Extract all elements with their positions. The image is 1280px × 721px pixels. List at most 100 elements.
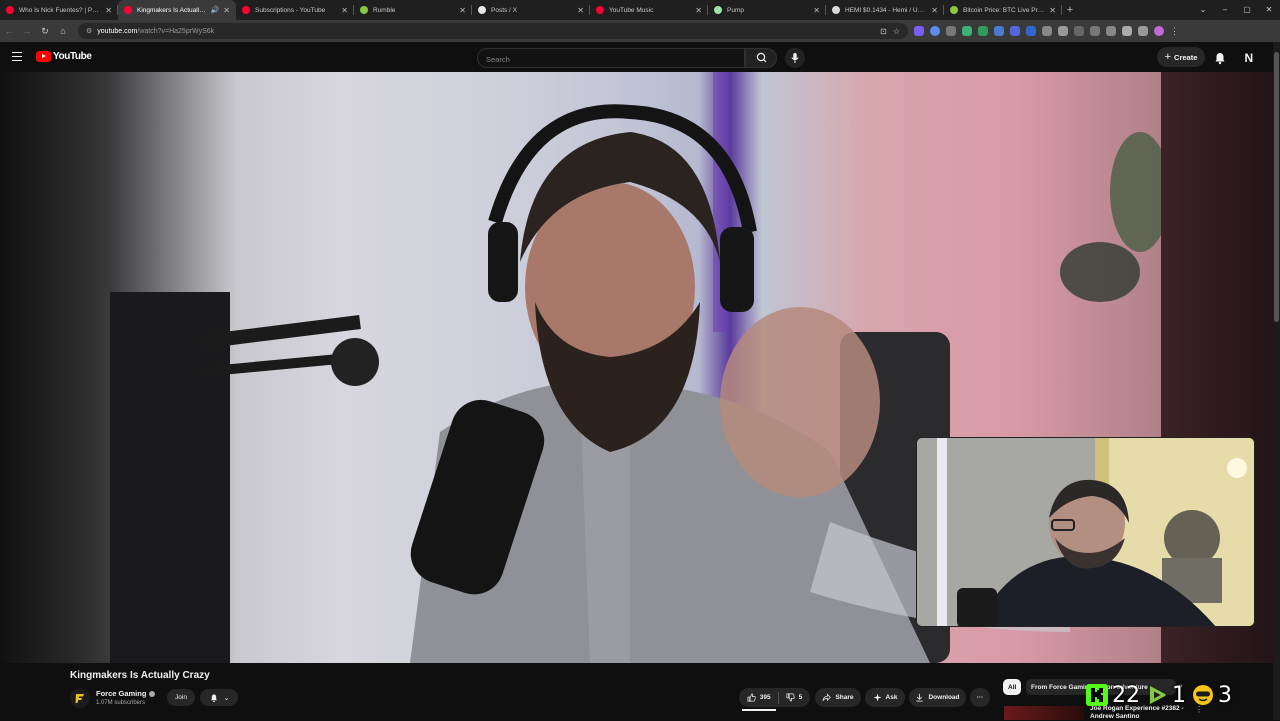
notifications-bell-icon[interactable]	[1212, 50, 1228, 66]
extension-icon[interactable]	[1010, 26, 1020, 36]
youtube-header: YouTube Search + Create N	[0, 42, 1280, 72]
channel-avatar[interactable]	[70, 688, 90, 708]
site-info-icon[interactable]: ⚙	[86, 27, 92, 35]
close-tab-icon[interactable]: ✕	[695, 6, 702, 15]
plus-icon: +	[1164, 51, 1172, 63]
close-tab-icon[interactable]: ✕	[931, 6, 938, 15]
close-tab-icon[interactable]: ✕	[105, 6, 112, 15]
youtube-icon	[6, 6, 14, 14]
browser-tab-strip: Who Is Nick Fuentes? | PBD Po✕Kingmakers…	[0, 0, 1280, 20]
mascot-logo-icon	[1193, 685, 1213, 705]
browser-tab-youtube[interactable]: Subscriptions - YouTube ✕	[236, 0, 354, 20]
browser-tab-pump[interactable]: Pump ✕	[708, 0, 826, 20]
coin-icon	[950, 6, 958, 14]
browser-tab-youtube[interactable]: Kingmakers Is Actually Cra 🔊 ✕	[118, 0, 236, 20]
tab-label: YouTube Music	[609, 6, 654, 14]
download-label: Download	[928, 694, 960, 701]
video-player[interactable]	[0, 72, 1273, 663]
browser-tab-coin[interactable]: Bitcoin Price: BTC Live Price Ch✕	[944, 0, 1062, 20]
browser-tab-dex[interactable]: HEMI $0.1434 - Hemi / USDT o ✕	[826, 0, 944, 20]
channel-name-link[interactable]: Force Gaming	[96, 689, 156, 698]
recommendation-thumbnail[interactable]	[1004, 706, 1084, 720]
extension-icon[interactable]	[1106, 26, 1116, 36]
extension-icon[interactable]	[1122, 26, 1132, 36]
chip-all[interactable]: All	[1003, 679, 1022, 695]
svg-text:N: N	[1245, 51, 1254, 65]
scrollbar-thumb[interactable]	[1274, 52, 1279, 322]
tab-search-icon[interactable]: ⌄	[1192, 0, 1214, 20]
page-scrollbar[interactable]	[1273, 42, 1280, 720]
browser-tab-x[interactable]: Posts / X ✕	[472, 0, 590, 20]
like-ratio-bar	[742, 709, 776, 711]
close-tab-icon[interactable]: ✕	[341, 6, 348, 15]
bookmark-star-icon[interactable]: ☆	[893, 27, 900, 36]
url-host: youtube.com	[97, 27, 138, 35]
puzzle-icon[interactable]	[1058, 26, 1068, 36]
tab-label: Bitcoin Price: BTC Live Price Ch	[963, 6, 1046, 14]
kick-logo-icon	[1086, 684, 1108, 706]
more-actions-button[interactable]: ···	[970, 688, 990, 707]
extension-icon[interactable]	[1042, 26, 1052, 36]
extension-icon[interactable]	[946, 26, 956, 36]
dex-icon	[832, 6, 840, 14]
tab-label: Rumble	[373, 6, 396, 14]
extension-icon[interactable]	[1026, 26, 1036, 36]
close-tab-icon[interactable]: ✕	[577, 6, 584, 15]
close-window-button[interactable]: ✕	[1258, 0, 1280, 20]
search-button[interactable]	[745, 48, 777, 68]
account-avatar[interactable]: N	[1241, 49, 1257, 65]
subscriber-count: 1.07M subscribers	[96, 700, 146, 706]
youtube-logo[interactable]: YouTube	[36, 51, 92, 62]
chevron-down-icon: ⌄	[223, 694, 230, 702]
extension-icon[interactable]	[914, 26, 924, 36]
extensions-row: ⋮	[914, 26, 1179, 37]
maximize-button[interactable]: ▢	[1236, 0, 1258, 20]
search-input[interactable]: Search	[477, 48, 745, 68]
subscribed-notifications-button[interactable]: ⌄	[200, 689, 238, 706]
window-controls: ⌄ – ▢ ✕	[1192, 0, 1280, 20]
address-bar[interactable]: ⚙ youtube.com/watch?v=Ha25prWyS6k ⊡ ☆	[78, 23, 908, 39]
webcam-scene	[917, 438, 1254, 626]
extension-icon[interactable]	[978, 26, 988, 36]
home-button[interactable]: ⌂	[54, 26, 72, 36]
more-horizontal-icon: ···	[976, 694, 984, 701]
close-tab-icon[interactable]: ✕	[813, 6, 820, 15]
download-button[interactable]: Download	[909, 688, 966, 707]
audio-playing-icon[interactable]: 🔊	[211, 6, 220, 14]
install-app-icon[interactable]: ⊡	[880, 27, 887, 36]
reload-button[interactable]: ↻	[36, 26, 54, 37]
close-tab-icon[interactable]: ✕	[459, 6, 466, 15]
extension-icon[interactable]	[994, 26, 1004, 36]
forward-button[interactable]: →	[18, 26, 36, 36]
join-button[interactable]: Join	[167, 689, 195, 706]
dislike-button[interactable]: 5	[779, 688, 810, 707]
url-path: /watch?v=Ha25prWyS6k	[137, 27, 215, 35]
close-tab-icon[interactable]: ✕	[1049, 6, 1056, 15]
profile-avatar[interactable]	[1154, 26, 1164, 36]
microphone-icon	[791, 53, 799, 63]
browser-tab-youtube[interactable]: Who Is Nick Fuentes? | PBD Po✕	[0, 0, 118, 20]
extension-icon[interactable]	[1074, 26, 1084, 36]
download-icon	[916, 693, 924, 702]
x-icon	[478, 6, 486, 14]
minimize-button[interactable]: –	[1214, 0, 1236, 20]
browser-tab-youtube-music[interactable]: YouTube Music ✕	[590, 0, 708, 20]
ask-button[interactable]: Ask	[865, 688, 905, 707]
new-tab-button[interactable]: +	[1062, 0, 1078, 20]
tab-label: Kingmakers Is Actually Cra	[137, 6, 208, 14]
menu-icon[interactable]	[12, 52, 22, 61]
browser-menu-icon[interactable]: ⋮	[1170, 26, 1179, 37]
share-button[interactable]: Share	[815, 688, 861, 707]
back-button[interactable]: ←	[0, 26, 18, 36]
create-button[interactable]: + Create	[1157, 47, 1205, 67]
extension-icon[interactable]	[962, 26, 972, 36]
extension-icon[interactable]	[1090, 26, 1100, 36]
browser-tab-rumble[interactable]: Rumble ✕	[354, 0, 472, 20]
close-tab-icon[interactable]: ✕	[223, 6, 230, 15]
extension-icon[interactable]	[930, 26, 940, 36]
third-viewer-count: 3	[1218, 682, 1232, 708]
create-label: Create	[1174, 52, 1198, 62]
voice-search-button[interactable]	[785, 48, 805, 68]
extension-icon[interactable]	[1138, 26, 1148, 36]
like-button[interactable]: 395	[740, 688, 778, 707]
